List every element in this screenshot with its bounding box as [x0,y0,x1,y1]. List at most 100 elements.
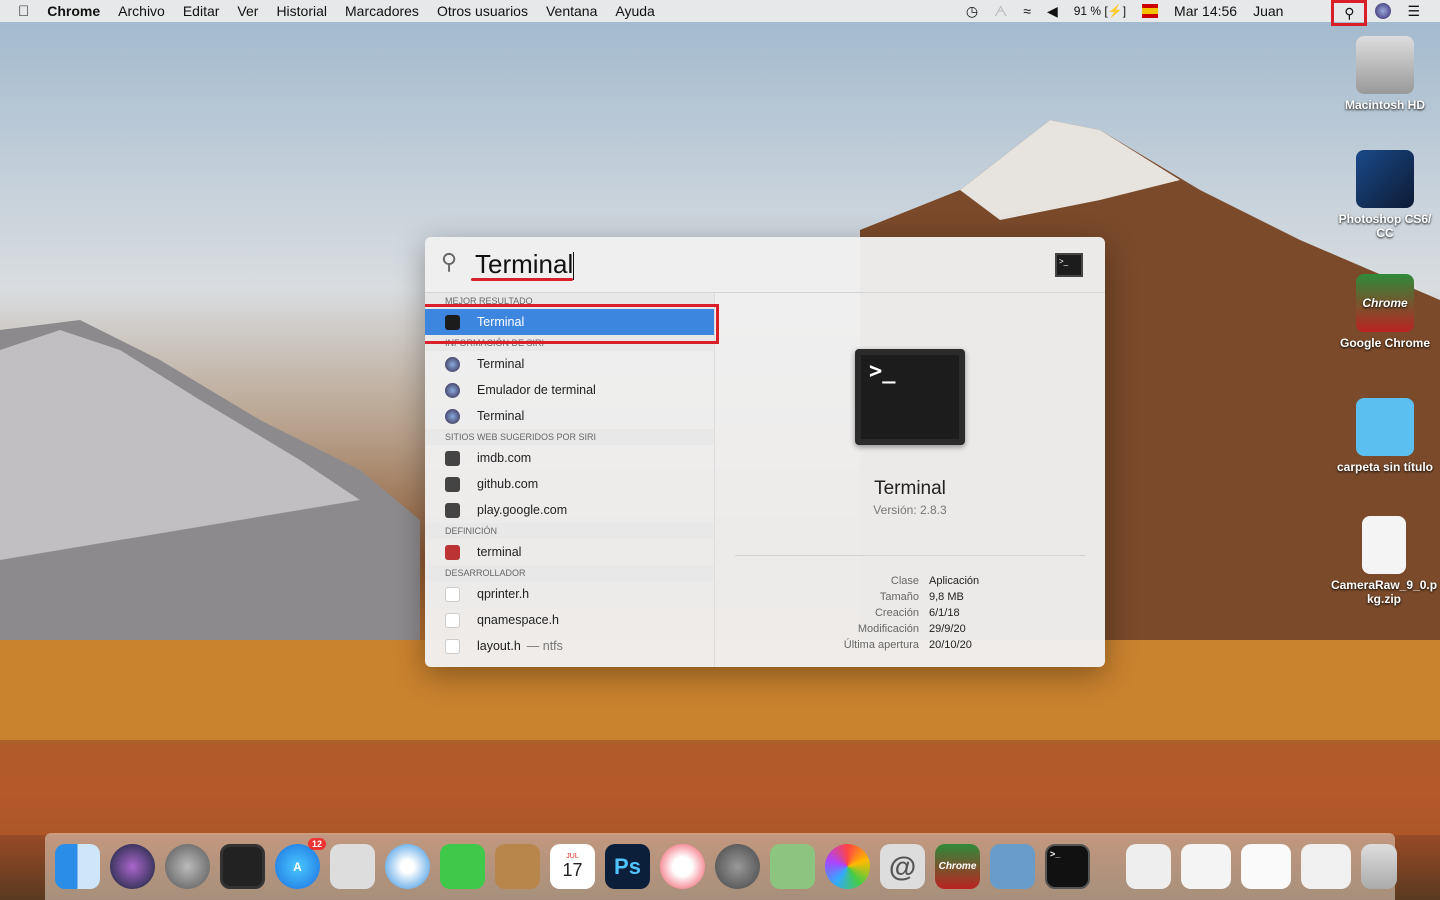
dock-chrome-icon[interactable]: Chrome [935,844,980,889]
menu-historial[interactable]: Historial [267,3,336,19]
metadata-value: 29/9/20 [929,623,966,635]
menu-editar[interactable]: Editar [174,3,229,19]
result-preview: >_ Terminal Versión: 2.8.3 Clase Aplicaci… [715,293,1105,667]
menu-bar:  Chrome Archivo Editar Ver Historial Ma… [0,0,1440,26]
apple-menu-icon[interactable]:  [0,3,38,20]
spotlight-search-input[interactable]: Terminal [475,249,575,281]
menu-app-chrome[interactable]: Chrome [38,3,109,19]
dock-launchpad-icon[interactable] [165,844,210,889]
menu-ventana[interactable]: Ventana [537,3,606,19]
desktop-icon-zip[interactable]: CameraRaw_9_0.pkg.zip [1330,516,1438,606]
dock-document-icon[interactable] [1241,844,1291,889]
zip-file-icon [1362,516,1406,574]
wifi-icon[interactable]: ≈ [1015,0,1039,22]
metadata-row: Tamaño 9,8 MB [715,591,1105,607]
preview-version: Versión: 2.8.3 [873,503,947,517]
metadata-row: Modificación 29/9/20 [715,623,1105,639]
label: Google Chrome [1339,336,1430,350]
chrome-label: Chrome [938,861,977,872]
battery-icon: [⚡] [1104,4,1127,18]
label: CameraRaw_9_0.pkg.zip [1330,578,1438,606]
terminal-icon: >_ [1055,253,1083,277]
result-item[interactable]: imdb.com [425,445,714,471]
metadata-value: Aplicación [929,575,980,587]
result-item[interactable]: qnamespace.h [425,607,714,633]
folder-icon [1356,398,1414,456]
siri-icon [445,408,460,424]
desktop-icon-photoshop[interactable]: Photoshop CS6/ CC [1330,150,1440,240]
result-label: Terminal [477,409,525,423]
siri-icon[interactable] [1367,0,1399,22]
dock-terminal-icon[interactable]: >_ [1045,844,1090,889]
bluetooth-icon[interactable]: ᗅ [986,0,1015,22]
result-item[interactable]: Emulador de terminal [425,377,714,403]
spotlight-search-icon[interactable]: ⚲ [1331,0,1368,26]
notification-center-icon[interactable]: ☰ [1399,0,1440,22]
dock-mission-control-icon[interactable] [220,844,265,889]
spotlight-window: ⚲ Terminal >_ MEJOR RESULTADO Terminal INF… [425,237,1105,667]
menu-marcadores[interactable]: Marcadores [336,3,428,19]
dock-itunes-icon[interactable] [660,844,705,889]
result-item[interactable]: github.com [425,471,714,497]
desktop-icon-google-chrome[interactable]: Chrome Google Chrome [1330,274,1440,350]
result-item[interactable]: Terminal [425,403,714,429]
label: carpeta sin título [1336,460,1434,474]
clock[interactable]: Mar 14:56 [1166,0,1245,22]
dock-app-store-icon[interactable]: A 12 [275,838,326,889]
preview-name: Terminal [874,478,946,499]
volume-icon[interactable]: ◀ [1039,0,1066,22]
dock-maps-icon[interactable] [770,844,815,889]
result-item[interactable]: terminal [425,539,714,565]
dock-trash-icon[interactable] [1361,844,1397,889]
dock-system-preferences-icon[interactable] [715,844,760,889]
time-machine-icon[interactable]: ◷ [958,0,986,22]
siri-icon [445,382,460,398]
battery-status[interactable]: 91 % [⚡] [1066,0,1134,22]
desktop-icon-folder[interactable]: carpeta sin título [1330,398,1440,474]
result-item[interactable]: qprinter.h [425,581,714,607]
folder-icon [1356,150,1414,208]
menu-ayuda[interactable]: Ayuda [606,3,663,19]
dock-safari-icon[interactable] [385,844,430,889]
menu-ver[interactable]: Ver [228,3,267,19]
result-item[interactable]: layout.h — ntfs [425,633,714,659]
terminal-app-icon: >_ [855,349,965,445]
dock-facetime-icon[interactable] [440,844,485,889]
dock-image-capture-icon[interactable] [990,844,1035,889]
web-icon [445,476,460,492]
query-text: Terminal [475,249,574,279]
label: Photoshop CS6/ CC [1338,212,1432,240]
metadata-value: 9,8 MB [929,591,964,603]
result-item[interactable]: play.google.com [425,497,714,523]
input-source-flag-icon[interactable] [1134,0,1166,22]
metadata-key: Clase [890,575,919,587]
highlight-annotation-box [425,304,719,344]
dock-photos-icon[interactable] [825,844,870,889]
desktop-icon-macintosh-hd[interactable]: Macintosh HD [1330,36,1440,112]
metadata-row: Última apertura 20/10/20 [715,639,1105,655]
dock-preview-icon[interactable] [330,844,375,889]
dock-finder-icon[interactable] [55,844,100,889]
file-icon [445,612,460,628]
results-list: MEJOR RESULTADO Terminal INFORMACIÓN DE SI… [425,293,719,667]
dictionary-icon [445,544,460,560]
result-label: qprinter.h [477,587,530,601]
dock-mail-icon[interactable]: @ [880,844,925,889]
result-label: imdb.com [477,451,532,465]
user-menu[interactable]: Juan [1245,0,1291,22]
dock-notes-icon[interactable] [495,844,540,889]
spotlight-search-bar: ⚲ Terminal >_ [425,237,1105,293]
dock-document-icon[interactable] [1181,844,1231,889]
metadata-row: Creación 6/1/18 [715,607,1105,623]
menu-otros-usuarios[interactable]: Otros usuarios [428,3,537,19]
dock-photoshop-icon[interactable]: Ps [605,844,650,889]
dock-calendar-icon[interactable]: JUL 17 [550,844,595,889]
dock-document-icon[interactable] [1301,844,1351,889]
battery-percent: 91 % [1073,4,1102,18]
search-icon: ⚲ [441,249,458,274]
dock-siri-icon[interactable] [110,844,155,889]
dock-downloads-icon[interactable] [1126,844,1171,889]
menu-archivo[interactable]: Archivo [109,3,174,19]
result-item[interactable]: Terminal [425,351,714,377]
web-icon [445,450,460,466]
